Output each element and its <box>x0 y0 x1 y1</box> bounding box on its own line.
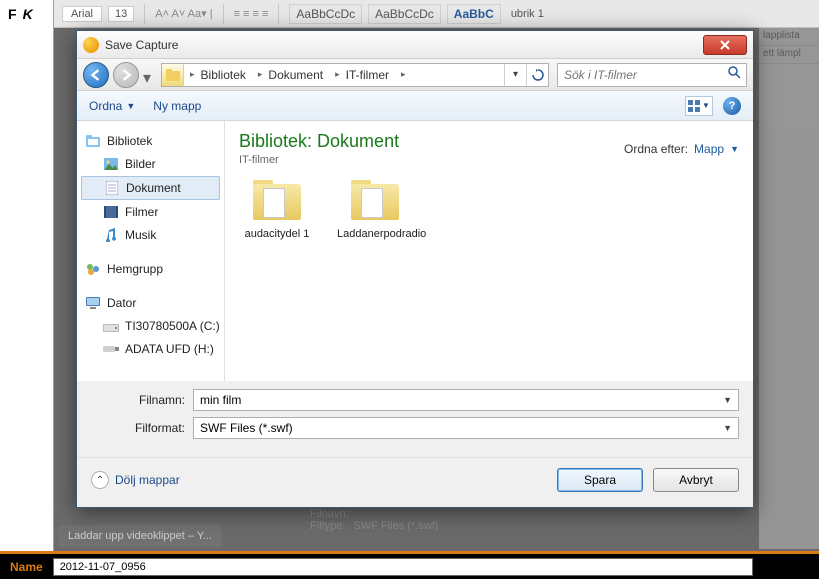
tree-musik[interactable]: Musik <box>81 224 220 246</box>
search-input[interactable] <box>564 68 721 82</box>
folder-item[interactable]: Laddanerpodradio <box>337 180 413 240</box>
style-box-1[interactable]: AaBbCcDc <box>289 4 362 24</box>
chevron-right-icon: ▸ <box>190 69 195 80</box>
folder-label: Laddanerpodradio <box>337 228 413 240</box>
status-bar: Name <box>0 551 819 579</box>
bg-right-panel: lapplista ett lämpl <box>759 28 819 549</box>
name-input[interactable] <box>53 558 753 576</box>
computer-icon <box>85 295 101 311</box>
italic-k: K <box>23 6 33 22</box>
rubrik-label: ubrik 1 <box>511 8 544 20</box>
filename-input[interactable] <box>200 393 723 407</box>
toolbar: Ordna ▼ Ny mapp ▼ ? <box>77 91 753 121</box>
content-area: Bibliotek Bilder Dokument Filmer Musik <box>77 121 753 381</box>
ribbon-group-para: ≡ ≡ ≡ ≡ <box>234 8 269 20</box>
font-name[interactable]: Arial <box>62 6 102 22</box>
search-box[interactable] <box>557 63 747 87</box>
refresh-icon <box>532 69 544 81</box>
filename-field[interactable]: ▼ <box>193 389 739 411</box>
navbar: ▾ ▸ Bibliotek ▸ Dokument ▸ IT-filmer ▸ ▾ <box>77 59 753 91</box>
history-dropdown[interactable]: ▾ <box>143 68 157 82</box>
filetype-value: SWF Files (*.swf) <box>200 421 293 435</box>
location-subtitle: IT-filmer <box>239 154 399 166</box>
app-icon <box>83 37 99 53</box>
tree-drive-h[interactable]: ADATA UFD (H:) <box>81 338 220 360</box>
search-icon <box>727 65 741 84</box>
name-label: Name <box>10 560 43 574</box>
filetype-field[interactable]: SWF Files (*.swf) ▼ <box>193 417 739 439</box>
breadcrumb[interactable]: ▸ Bibliotek ▸ Dokument ▸ IT-filmer ▸ ▾ <box>161 63 549 87</box>
folder-icon <box>162 64 184 86</box>
nav-tree: Bibliotek Bilder Dokument Filmer Musik <box>77 121 225 381</box>
folder-icon <box>347 180 403 224</box>
new-folder-button[interactable]: Ny mapp <box>153 99 201 113</box>
folder-icon <box>249 180 305 224</box>
refresh-button[interactable] <box>526 64 548 86</box>
folder-label: audacitydel 1 <box>239 228 315 240</box>
breadcrumb-seg-2[interactable]: IT-filmer <box>346 68 389 82</box>
style-box-3[interactable]: AaBbC <box>447 4 501 24</box>
file-view: Bibliotek: Dokument IT-filmer Ordna efte… <box>225 121 753 381</box>
chevron-down-icon[interactable]: ▼ <box>723 395 732 405</box>
font-size[interactable]: 13 <box>108 6 134 22</box>
cancel-button[interactable]: Avbryt <box>653 468 739 492</box>
documents-icon <box>104 180 120 196</box>
close-button[interactable] <box>703 35 747 55</box>
ribbon-group-font: A˄ A˅ Aa▾ | <box>155 7 212 20</box>
help-button[interactable]: ? <box>723 97 741 115</box>
close-icon <box>720 40 730 50</box>
libraries-icon <box>85 133 101 149</box>
bg-ribbon: Arial 13 A˄ A˅ Aa▾ | ≡ ≡ ≡ ≡ AaBbCcDc Aa… <box>54 0 819 28</box>
bold-italic-indicator: FK <box>0 0 53 30</box>
chevron-up-icon: ⌃ <box>91 471 109 489</box>
tree-dokument[interactable]: Dokument <box>81 176 220 200</box>
bg-left-panel: FK <box>0 0 54 579</box>
chevron-down-icon: ▼ <box>730 144 739 154</box>
tree-hemgrupp[interactable]: Hemgrupp <box>81 258 220 280</box>
breadcrumb-seg-1[interactable]: Dokument <box>268 68 323 82</box>
filename-label: Filnamn: <box>91 393 185 407</box>
save-dialog: Save Capture ▾ ▸ Bibliotek ▸ Dokument ▸ IT-… <box>76 30 754 508</box>
videos-icon <box>103 204 119 220</box>
grid-icon <box>688 100 700 112</box>
drive-icon <box>103 318 119 334</box>
chevron-right-icon: ▸ <box>401 69 406 80</box>
folder-item[interactable]: audacitydel 1 <box>239 180 315 240</box>
window-title: Save Capture <box>105 38 703 52</box>
back-button[interactable] <box>83 62 109 88</box>
usb-drive-icon <box>103 341 119 357</box>
chevron-right-icon: ▸ <box>258 69 263 80</box>
breadcrumb-dropdown[interactable]: ▾ <box>504 64 526 86</box>
titlebar: Save Capture <box>77 31 753 59</box>
bg-under-dialog: Filnavn: Filtype: SWF Files (*.swf) <box>310 508 438 532</box>
sort-by[interactable]: Ordna efter: Mapp ▼ <box>624 142 739 156</box>
dialog-footer: ⌃ Dölj mappar Spara Avbryt <box>77 457 753 502</box>
bold-f: F <box>8 6 17 22</box>
breadcrumb-seg-0[interactable]: Bibliotek <box>201 68 246 82</box>
location-title: Bibliotek: Dokument <box>239 131 399 152</box>
taskbar-upload-tab[interactable]: Laddar upp videoklippet – Y... <box>58 525 222 547</box>
tree-dator[interactable]: Dator <box>81 292 220 314</box>
tree-bilder[interactable]: Bilder <box>81 153 220 175</box>
filetype-label: Filformat: <box>91 421 185 435</box>
tree-filmer[interactable]: Filmer <box>81 201 220 223</box>
arrow-left-icon <box>90 69 102 81</box>
pictures-icon <box>103 156 119 172</box>
chevron-down-icon[interactable]: ▼ <box>723 423 732 433</box>
forward-button[interactable] <box>113 62 139 88</box>
filename-area: Filnamn: ▼ Filformat: SWF Files (*.swf) … <box>77 381 753 457</box>
homegroup-icon <box>85 261 101 277</box>
style-box-2[interactable]: AaBbCcDc <box>368 4 441 24</box>
save-button[interactable]: Spara <box>557 468 643 492</box>
organize-menu[interactable]: Ordna ▼ <box>89 99 135 113</box>
tree-bibliotek[interactable]: Bibliotek <box>81 130 220 152</box>
tree-drive-c[interactable]: TI30780500A (C:) <box>81 315 220 337</box>
music-icon <box>103 227 119 243</box>
chevron-right-icon: ▸ <box>335 69 340 80</box>
arrow-right-icon <box>120 69 132 81</box>
view-mode-button[interactable]: ▼ <box>685 96 713 116</box>
hide-folders-button[interactable]: ⌃ Dölj mappar <box>91 471 180 489</box>
